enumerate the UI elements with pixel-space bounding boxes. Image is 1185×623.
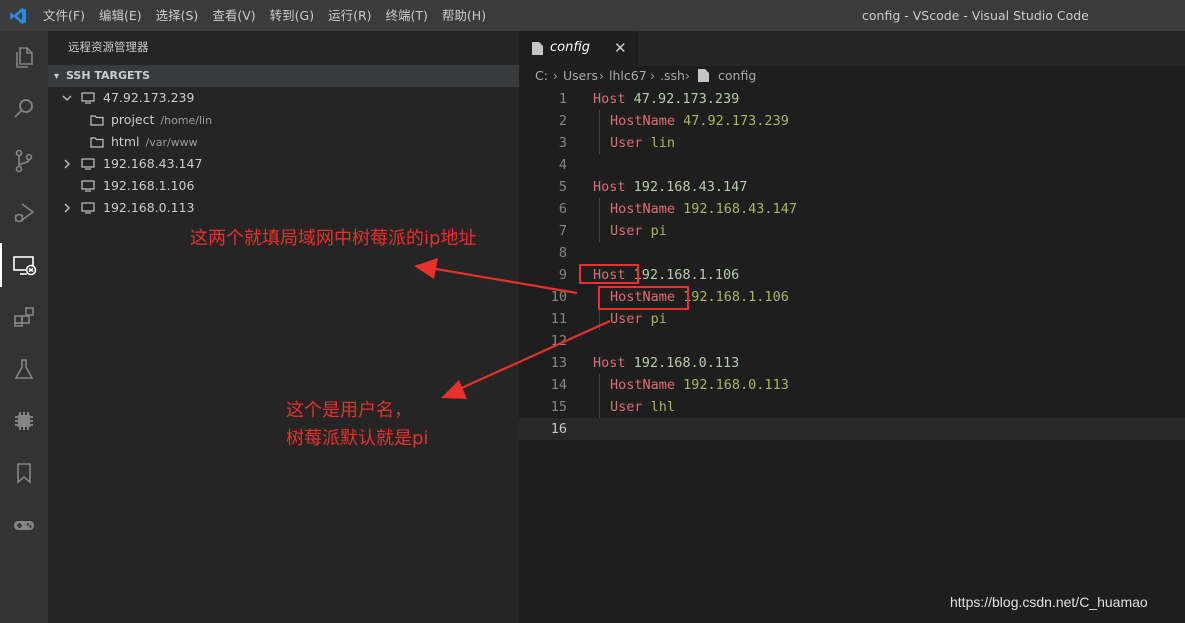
code-line: 8	[558, 245, 567, 261]
menu-view[interactable]: 查看(V)	[205, 0, 262, 31]
gamepad-button[interactable]	[0, 499, 48, 551]
annotation-user-note-1: 这个是用户名，	[286, 400, 412, 421]
highlight-box	[598, 286, 689, 310]
run-debug-icon	[14, 203, 35, 223]
code-line: 14 HostName 192.168.0.113	[550, 377, 789, 393]
code-line: 3 User lin	[558, 135, 676, 151]
code-line: 7 User pi	[558, 223, 667, 239]
hardware-button[interactable]	[0, 395, 48, 447]
window-title: config - VScode - Visual Studio Code	[862, 8, 1089, 23]
annotation-ip-note: 这两个就填局域网中树莓派的ip地址	[190, 228, 477, 249]
code-line: 1 Host 47.92.173.239	[558, 91, 740, 107]
ssh-target-row[interactable]: 192.168.1.106	[48, 175, 519, 197]
code-editor[interactable]: 1 Host 47.92.173.239 2 HostName 47.92.173.…	[519, 88, 1185, 623]
highlight-box	[579, 264, 639, 284]
bookmark-icon	[17, 463, 31, 484]
breadcrumb-item[interactable]: config	[718, 66, 756, 86]
section-label: SSH TARGETS	[66, 69, 150, 82]
editor-tab-bar: config ✕	[519, 31, 1185, 66]
ssh-targets-section-header[interactable]: ▾ SSH TARGETS	[48, 65, 519, 87]
chevron-down-icon: ▾	[54, 71, 60, 82]
ssh-target-label: 192.168.1.106	[103, 178, 195, 193]
activity-bar	[0, 31, 48, 623]
menu-selection[interactable]: 选择(S)	[149, 0, 206, 31]
folder-row[interactable]: html/var/www	[48, 131, 519, 153]
chevron-right-icon: ›	[553, 68, 558, 83]
bookmarks-button[interactable]	[0, 447, 48, 499]
sidebar-title: 远程资源管理器	[68, 40, 149, 54]
vscode-logo-icon	[10, 8, 26, 24]
breadcrumb-item[interactable]: C:	[535, 66, 548, 86]
testing-button[interactable]	[0, 343, 48, 395]
menu-help[interactable]: 帮助(H)	[435, 0, 493, 31]
extensions-icon	[14, 307, 34, 327]
chevron-right-icon	[64, 203, 70, 213]
search-button[interactable]	[0, 83, 48, 135]
monitor-icon	[81, 180, 95, 192]
breadcrumb-item[interactable]: Users	[563, 66, 598, 86]
remote-explorer-icon	[13, 256, 37, 276]
ssh-target-label: 192.168.0.113	[103, 200, 195, 215]
code-line: 4	[558, 157, 567, 173]
explorer-button[interactable]	[0, 31, 48, 83]
breadcrumb: C: › Users › lhlc67 › .ssh › config	[519, 66, 1185, 88]
search-icon	[14, 99, 33, 118]
folder-path: /var/www	[145, 136, 198, 149]
extensions-button[interactable]	[0, 291, 48, 343]
watermark: https://blog.csdn.net/C_huamao	[950, 594, 1148, 610]
menu-terminal[interactable]: 终端(T)	[379, 0, 435, 31]
source-control-button[interactable]	[0, 135, 48, 187]
code-line: 5 Host 192.168.43.147	[558, 179, 748, 195]
breadcrumb-item[interactable]: .ssh	[660, 66, 685, 86]
files-icon	[16, 47, 33, 68]
monitor-icon	[81, 202, 95, 214]
monitor-icon	[81, 158, 95, 170]
gamepad-icon	[14, 521, 34, 530]
code-line: 12	[550, 333, 567, 349]
folder-label: project	[111, 112, 155, 127]
menu-go[interactable]: 转到(G)	[263, 0, 321, 31]
folder-row[interactable]: project/home/lin	[48, 109, 519, 131]
source-control-icon	[15, 149, 33, 173]
menu-bar: 文件(F) 编辑(E) 选择(S) 查看(V) 转到(G) 运行(R) 终端(T…	[36, 0, 493, 31]
remote-explorer-sidebar: 远程资源管理器 ▾ SSH TARGETS 47.92.173.239 proje…	[48, 31, 519, 623]
chevron-right-icon	[64, 159, 70, 169]
folder-label: html	[111, 134, 140, 149]
code-line: 11 User pi	[550, 311, 667, 327]
file-icon	[698, 69, 709, 82]
menu-edit[interactable]: 编辑(E)	[92, 0, 149, 31]
breadcrumb-item[interactable]: lhlc67	[609, 66, 647, 86]
remote-explorer-button[interactable]	[0, 239, 48, 291]
run-debug-button[interactable]	[0, 187, 48, 239]
code-line-current: 16	[519, 418, 1185, 440]
title-bar: 文件(F) 编辑(E) 选择(S) 查看(V) 转到(G) 运行(R) 终端(T…	[0, 0, 1185, 31]
code-line: 15 User lhl	[550, 399, 676, 415]
close-icon[interactable]: ✕	[614, 39, 627, 57]
ssh-target-row[interactable]: 192.168.0.113	[48, 197, 519, 219]
folder-icon	[90, 137, 104, 148]
chevron-right-icon: ›	[599, 68, 604, 83]
code-line: 13 Host 192.168.0.113	[550, 355, 740, 371]
tab-label: config	[550, 40, 590, 55]
ssh-target-label: 47.92.173.239	[103, 90, 195, 105]
menu-run[interactable]: 运行(R)	[321, 0, 378, 31]
folder-icon	[90, 115, 104, 126]
code-line: 2 HostName 47.92.173.239	[558, 113, 789, 129]
menu-file[interactable]: 文件(F)	[36, 0, 92, 31]
flask-icon	[14, 359, 34, 379]
chevron-down-icon	[62, 95, 72, 101]
ssh-target-row[interactable]: 192.168.43.147	[48, 153, 519, 175]
file-icon	[532, 42, 543, 55]
tab-config[interactable]: config ✕	[519, 31, 638, 66]
chevron-right-icon: ›	[650, 68, 655, 83]
annotation-user-note-2: 树莓派默认就是pi	[286, 428, 429, 449]
ssh-target-row[interactable]: 47.92.173.239	[48, 87, 519, 109]
folder-path: /home/lin	[160, 114, 213, 127]
monitor-icon	[81, 92, 95, 104]
chevron-right-icon: ›	[685, 68, 690, 83]
code-line: 6 HostName 192.168.43.147	[558, 201, 797, 217]
chip-icon	[15, 412, 33, 430]
ssh-target-label: 192.168.43.147	[103, 156, 203, 171]
